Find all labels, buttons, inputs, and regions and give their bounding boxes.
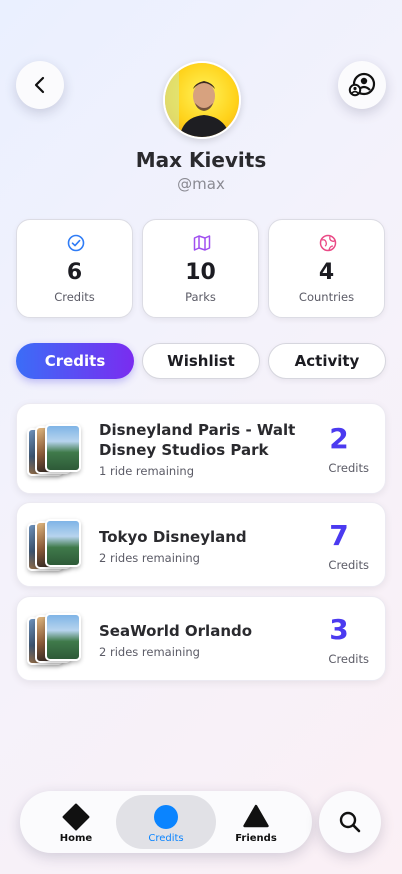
- nav-label: Friends: [235, 833, 277, 844]
- stat-parks: 10 Parks: [142, 219, 259, 318]
- nav-home[interactable]: Home: [26, 795, 126, 849]
- park-subtitle: 1 ride remaining: [99, 464, 194, 478]
- park-card[interactable]: SeaWorld Orlando 2 rides remaining 3 Cre…: [16, 596, 386, 681]
- stat-value: 6: [66, 260, 83, 285]
- tab-credits[interactable]: Credits: [16, 343, 134, 379]
- credit-unit: Credits: [328, 461, 369, 475]
- stat-value: 4: [318, 260, 335, 285]
- map-icon: [193, 235, 211, 251]
- stat-label: Countries: [298, 290, 355, 304]
- park-title: SeaWorld Orlando: [99, 622, 253, 640]
- nav-credits[interactable]: Credits: [116, 795, 216, 849]
- users-icon: [348, 72, 376, 97]
- stat-value: 10: [185, 260, 216, 285]
- park-subtitle: 2 rides remaining: [99, 645, 200, 659]
- stat-label: Credits: [54, 290, 95, 304]
- credit-count: 3: [329, 613, 349, 646]
- stat-credits: 6 Credits: [16, 219, 133, 318]
- circle-icon: [154, 805, 178, 829]
- back-button[interactable]: [16, 61, 64, 109]
- chevron-left-icon: [34, 76, 45, 94]
- globe-icon: [319, 234, 337, 252]
- park-card[interactable]: Tokyo Disneyland 2 rides remaining 7 Cre…: [16, 502, 386, 587]
- friends-button[interactable]: [338, 61, 386, 109]
- profile-handle: @max: [177, 175, 225, 193]
- tab-activity[interactable]: Activity: [268, 343, 386, 379]
- park-card[interactable]: Disneyland Paris - Walt Disney Studios P…: [16, 403, 386, 494]
- ride-photos: [27, 519, 89, 581]
- credit-count: 2: [329, 422, 349, 455]
- nav-friends[interactable]: Friends: [206, 795, 306, 849]
- profile-name: Max Kievits: [135, 148, 267, 172]
- credit-unit: Credits: [328, 558, 369, 572]
- credit-unit: Credits: [328, 652, 369, 666]
- triangle-icon: [243, 804, 269, 828]
- park-title: Disneyland Paris - Walt Disney Studios P…: [99, 421, 296, 459]
- check-circle-icon: [67, 234, 85, 252]
- stat-countries: 4 Countries: [268, 219, 385, 318]
- search-icon: [339, 811, 361, 833]
- bottom-tab-bar: Home Credits Friends: [20, 791, 312, 853]
- avatar: [163, 61, 241, 139]
- stat-label: Parks: [185, 290, 216, 304]
- search-button[interactable]: [319, 791, 381, 853]
- tab-wishlist[interactable]: Wishlist: [142, 343, 260, 379]
- ride-photos: [27, 424, 89, 486]
- park-title: Tokyo Disneyland: [99, 528, 247, 546]
- diamond-icon: [62, 803, 90, 831]
- credit-count: 7: [329, 519, 349, 552]
- ride-photos: [27, 613, 89, 675]
- nav-label: Credits: [148, 833, 184, 844]
- park-subtitle: 2 rides remaining: [99, 551, 200, 565]
- nav-label: Home: [59, 833, 93, 844]
